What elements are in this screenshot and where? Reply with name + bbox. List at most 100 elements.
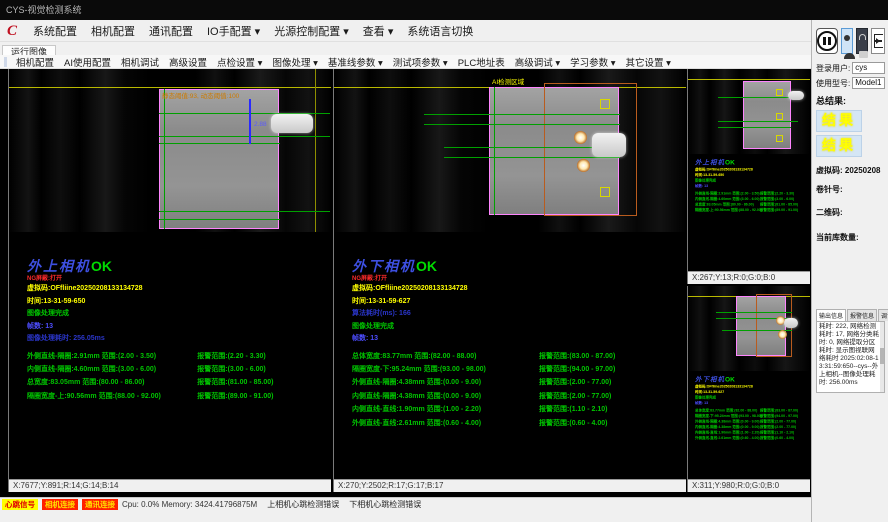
frame-count-line: 帧数: 13 bbox=[695, 184, 811, 190]
detect-box-yellow bbox=[776, 89, 783, 96]
menu-camera-config[interactable]: 相机配置 bbox=[85, 21, 141, 41]
toolbar: 相机配置 AI使用配置 相机调试 高级设置 点检设置 ▾ 图像处理 ▾ 基准线参… bbox=[0, 55, 811, 69]
tabrow: 运行图像 bbox=[0, 42, 811, 55]
cpu-memory-text: Cpu: 0.0% Memory: 3424.41796875M bbox=[122, 499, 257, 510]
connector-part bbox=[784, 318, 798, 328]
measurement-value: 隔圈宽度-下:95.24mm 范围:(93.00 - 98.00) bbox=[352, 363, 539, 376]
baseline-yellow-vertical bbox=[315, 69, 316, 232]
lock-icon bbox=[859, 38, 866, 44]
statusbar: 心跳信号 相机连接 通讯连接 Cpu: 0.0% Memory: 3424.41… bbox=[0, 497, 811, 522]
info-log-box[interactable]: 耗时: 222, 网络检测耗时: 17, 网络分类耗时: 0, 网络提取分区耗时… bbox=[816, 321, 885, 393]
measurement-row: 外侧直线-直线:2.61mm 范围:(0.60 - 4.00)报警范围:(0.6… bbox=[352, 417, 686, 430]
measurement-list: 外侧直线-隔圈:2.91mm 范围:(2.00 - 3.50)报警范围:(2.2… bbox=[27, 350, 331, 404]
pause-button[interactable] bbox=[816, 28, 838, 54]
login-user-input[interactable]: cys bbox=[852, 62, 885, 74]
measurement-value: 外侧直线-隔圈:4.38mm 范围:(0.00 - 9.00) bbox=[352, 376, 539, 389]
bright-spot bbox=[574, 131, 587, 144]
camera-name: 外下相机 bbox=[352, 260, 416, 275]
info-scrollbar[interactable] bbox=[880, 322, 884, 392]
tool-learning-params[interactable]: 学习参数 ▾ bbox=[565, 55, 620, 69]
measurement-row: 总体宽度:83.77mm 范围:(82.00 - 88.00)报警范围:(83.… bbox=[352, 350, 686, 363]
camera-name: 外下相机 bbox=[695, 376, 725, 384]
camera-result-text-lower: 外下相机OK NG屏蔽:打开 虚拟码:OFfliine2025020813313… bbox=[334, 232, 686, 479]
pixel-coordinate-bar-upper: X:7677;Y:891;R:14;G:14;B:14 bbox=[9, 479, 331, 492]
measurement-value: 内侧直线-隔圈:4.60mm 范围:(3.00 - 6.00) bbox=[27, 363, 197, 376]
measure-line-blue bbox=[249, 99, 251, 144]
qr-code-label: 二维码: bbox=[816, 207, 885, 218]
tool-advanced-settings[interactable]: 高级设置 bbox=[164, 55, 212, 69]
menu-comm-config[interactable]: 通讯配置 bbox=[143, 21, 199, 41]
virtual-code-line: 虚拟码:OFfliine20250208133134728 bbox=[27, 283, 331, 296]
tool-other-settings[interactable]: 其它设置 ▾ bbox=[621, 55, 676, 69]
measure-line-green bbox=[159, 211, 330, 212]
result-badge-upper: 结果 bbox=[816, 110, 862, 132]
bright-spot bbox=[577, 159, 590, 172]
camera-view-lower: AI检测区域 外下相机OK NG屏蔽:打开 虚拟码:OFfliine202502… bbox=[333, 69, 686, 492]
login-user-button[interactable] bbox=[841, 28, 853, 54]
info-log-text: 耗时: 222, 网络检测耗时: 17, 网络分类耗时: 0, 网络提取分区耗时… bbox=[819, 323, 879, 386]
camera-view-upper: 静态阈值:93, 动态阈值:100 2.88 外上相机OK NG屏蔽:打开 虚拟… bbox=[8, 69, 331, 492]
result-ok-badge: OK bbox=[416, 258, 437, 274]
measurement-row: 内侧直线-隔圈:4.38mm 范围:(0.00 - 9.00)报警范围:(2.0… bbox=[352, 390, 686, 403]
tool-plc-address[interactable]: PLC地址表 bbox=[453, 55, 510, 69]
tool-image-processing[interactable]: 图像处理 ▾ bbox=[267, 55, 322, 69]
tool-test-params[interactable]: 测试项参数 ▾ bbox=[388, 55, 453, 69]
frame-count-line: 帧数: 13 bbox=[695, 401, 811, 407]
measure-overlay-value: 2.88 bbox=[254, 121, 267, 128]
tool-camera-config[interactable]: 相机配置 bbox=[11, 55, 59, 69]
heartbeat-badge: 心跳信号 bbox=[2, 499, 38, 510]
tool-advanced-debug[interactable]: 高级调试 ▾ bbox=[510, 55, 565, 69]
measurement-value: 外侧直线-直线:2.61mm 范围:(0.60 - 4.00) bbox=[352, 417, 539, 430]
measure-line-green bbox=[444, 157, 620, 158]
connector-part bbox=[592, 133, 626, 157]
model-input[interactable]: Model1 bbox=[852, 77, 885, 89]
measurement-value: 内侧直线-直线:1.90mm 范围:(1.00 - 2.20) bbox=[352, 403, 539, 416]
measurement-row: 外侧直线-隔圈:4.38mm 范围:(0.00 - 9.00)报警范围:(2.0… bbox=[352, 376, 686, 389]
measurement-alarm: 报警范围:(94.00 - 97.00) bbox=[539, 363, 615, 376]
measurement-value: 内侧直线-隔圈:4.38mm 范围:(0.00 - 9.00) bbox=[352, 390, 539, 403]
menu-io-config[interactable]: IO手配置 ▾ bbox=[201, 21, 266, 41]
tool-camera-debug[interactable]: 相机调试 bbox=[116, 55, 164, 69]
info-tab-debug[interactable]: 调试信息 bbox=[878, 309, 888, 321]
permission-button[interactable] bbox=[856, 28, 868, 54]
mini-image-lower bbox=[688, 286, 810, 371]
tool-spot-check[interactable]: 点检设置 ▾ bbox=[212, 55, 267, 69]
menu-view[interactable]: 查看 ▾ bbox=[357, 21, 400, 41]
frame-count-line: 帧数: 13 bbox=[27, 321, 331, 334]
measurement-alarm: 报警范围:(83.00 - 87.00) bbox=[539, 350, 615, 363]
time-line: 时间:13-31-59-650 bbox=[27, 296, 331, 309]
detect-box-yellow bbox=[776, 113, 783, 120]
measure-line-green bbox=[718, 127, 791, 128]
measurement-row: 总宽度:83.05mm 范围:(80.00 - 86.00)报警范围:(81.0… bbox=[27, 376, 331, 389]
tool-baseline-params[interactable]: 基准线参数 ▾ bbox=[323, 55, 388, 69]
model-field: 使用型号: Model1 bbox=[816, 77, 885, 89]
tool-ai-config[interactable]: AI使用配置 bbox=[59, 55, 116, 69]
window-title: CYS-视觉检测系统 bbox=[6, 5, 82, 15]
camera-image-upper[interactable]: 静态阈值:93, 动态阈值:100 2.88 bbox=[9, 69, 331, 232]
control-panel: 登录用户: cys 使用型号: Model1 总结果: 结果 结果 虚拟码: 2… bbox=[811, 20, 888, 522]
measure-line-green bbox=[718, 97, 798, 98]
result-ok-badge: OK bbox=[91, 258, 112, 274]
mini-view-upper[interactable]: 外上相机OK 虚拟码:OFfliine20250208133134728 时间:… bbox=[687, 69, 810, 284]
exit-button[interactable] bbox=[871, 28, 885, 54]
info-tab-alarm[interactable]: 报警信息 bbox=[847, 309, 877, 321]
measurement-alarm: 报警范围:(2.20 - 3.30) bbox=[197, 350, 265, 363]
needle-number-label: 卷针号: bbox=[816, 184, 885, 195]
camera-image-lower[interactable]: AI检测区域 bbox=[334, 69, 686, 232]
measure-line-green bbox=[159, 136, 330, 137]
info-tab-output[interactable]: 输出信息 bbox=[816, 309, 846, 321]
window-titlebar: CYS-视觉检测系统 bbox=[0, 0, 888, 20]
pixel-coordinate-bar-lower: X:270;Y:2502;R:17;G:17;B:17 bbox=[334, 479, 686, 492]
baseline-yellow bbox=[9, 87, 331, 88]
user-icon bbox=[844, 38, 850, 44]
threshold-overlay-label: 静态阈值:93, 动态阈值:100 bbox=[162, 90, 239, 100]
measure-line-green bbox=[716, 312, 792, 313]
process-time-line: 图像处理耗时: 256.05ms bbox=[27, 333, 331, 346]
menu-light-config[interactable]: 光源控制配置 ▾ bbox=[268, 21, 355, 41]
model-label: 使用型号: bbox=[816, 78, 850, 89]
menubar: C 系统配置 相机配置 通讯配置 IO手配置 ▾ 光源控制配置 ▾ 查看 ▾ 系… bbox=[0, 20, 811, 42]
menu-system-config[interactable]: 系统配置 bbox=[27, 21, 83, 41]
measurement-alarm: 报警范围:(89.00 - 91.00) bbox=[760, 208, 798, 214]
menu-language-switch[interactable]: 系统语言切换 bbox=[401, 21, 479, 41]
mini-view-lower[interactable]: 外下相机OK 虚拟码:OFfliine20250208133134728 时间:… bbox=[687, 286, 810, 492]
